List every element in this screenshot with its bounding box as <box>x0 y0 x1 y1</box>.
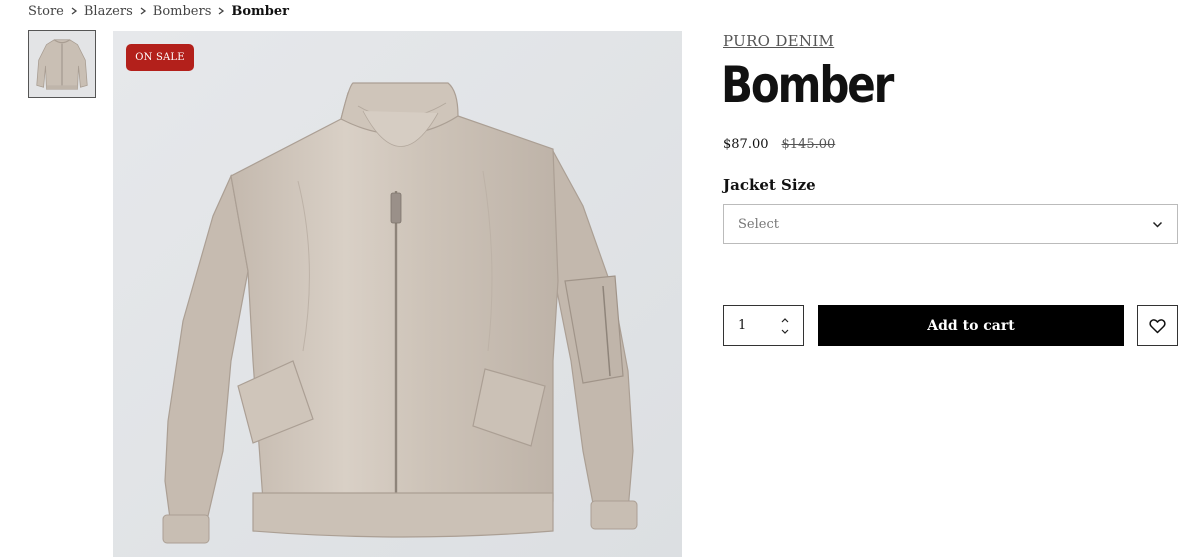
add-to-cart-button[interactable]: Add to cart <box>818 305 1124 346</box>
quantity-stepper[interactable]: 1 <box>723 305 804 346</box>
breadcrumb-blazers[interactable]: Blazers <box>84 4 133 19</box>
product-title: Bomber <box>721 56 894 114</box>
chevron-down-icon[interactable] <box>781 329 789 335</box>
jacket-thumbnail-icon <box>29 31 95 97</box>
breadcrumb: Store Blazers Bombers Bomber <box>28 2 289 20</box>
brand-link[interactable]: PURO DENIM <box>723 32 834 50</box>
breadcrumb-current: Bomber <box>231 3 289 19</box>
breadcrumb-separator-icon <box>211 7 231 15</box>
price-row: $87.00 $145.00 <box>723 137 835 152</box>
original-price: $145.00 <box>781 137 836 152</box>
breadcrumb-bombers[interactable]: Bombers <box>153 4 212 19</box>
wishlist-button[interactable] <box>1137 305 1178 346</box>
sale-price: $87.00 <box>723 137 769 152</box>
breadcrumb-separator-icon <box>133 7 153 15</box>
chevron-down-icon <box>1152 219 1163 230</box>
breadcrumb-store[interactable]: Store <box>28 4 64 19</box>
product-main-image: ON SALE <box>113 31 682 557</box>
size-select[interactable]: Select <box>723 204 1178 244</box>
on-sale-badge: ON SALE <box>126 44 194 71</box>
quantity-steppers <box>781 317 789 335</box>
bomber-jacket-image <box>113 31 682 557</box>
quantity-value[interactable]: 1 <box>738 318 781 333</box>
size-select-placeholder: Select <box>738 216 779 232</box>
heart-icon <box>1149 318 1166 333</box>
product-thumbnail[interactable] <box>28 30 96 98</box>
chevron-up-icon[interactable] <box>781 317 789 323</box>
size-label: Jacket Size <box>723 176 816 194</box>
breadcrumb-separator-icon <box>64 7 84 15</box>
